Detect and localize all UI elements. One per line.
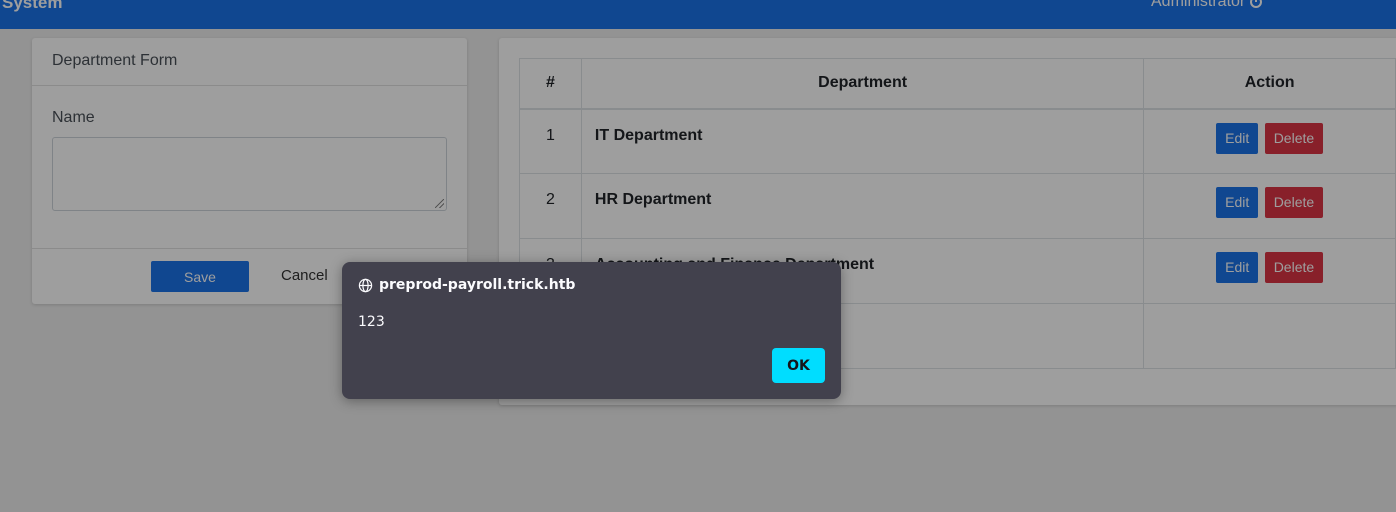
modal-overlay	[0, 0, 1396, 512]
alert-dialog: preprod-payroll.trick.htb 123 OK	[342, 262, 841, 399]
dialog-origin: preprod-payroll.trick.htb	[379, 277, 576, 293]
dialog-message: 123	[358, 314, 385, 330]
ok-button[interactable]: OK	[772, 348, 825, 383]
globe-icon	[358, 278, 373, 292]
dialog-title: preprod-payroll.trick.htb	[358, 277, 575, 293]
